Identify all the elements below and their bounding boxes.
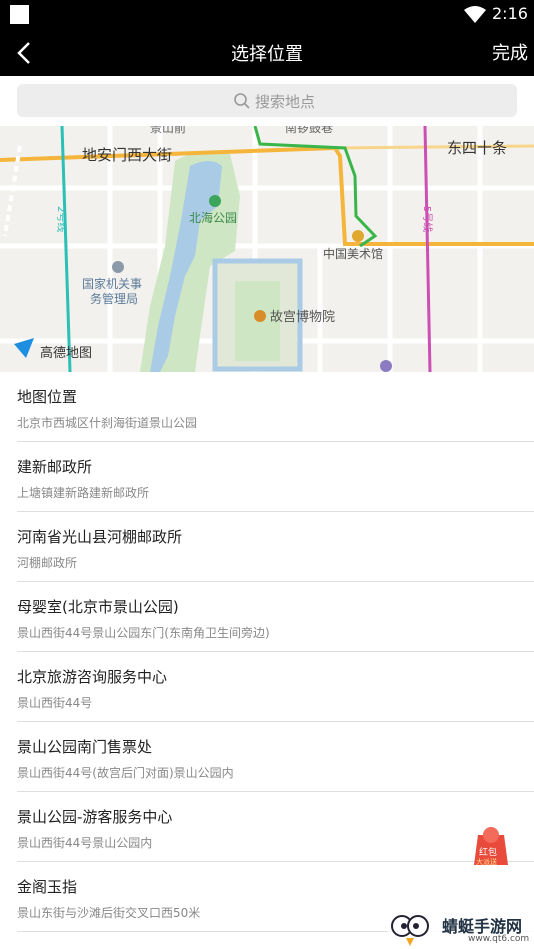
list-item[interactable]: 河南省光山县河棚邮政所 河棚邮政所 xyxy=(17,512,534,582)
place-title: 建新邮政所 xyxy=(17,458,93,476)
place-title: 河南省光山县河棚邮政所 xyxy=(17,528,183,546)
search-placeholder: 搜索地点 xyxy=(255,93,316,111)
red-packet-sublabel: 大派送 xyxy=(476,857,497,866)
dragonfly-logo-icon xyxy=(391,915,429,946)
map-label: 国家机关事 xyxy=(82,276,142,291)
search-bar: 搜索地点 xyxy=(0,76,534,126)
map-canvas: 景山前 南锣鼓巷 地安门西大街 东四十条 北海公园 中国美术馆 国家机关事 务管… xyxy=(0,126,534,372)
place-address: 景山西街44号景山公园内 xyxy=(17,836,153,850)
place-title: 地图位置 xyxy=(17,388,78,406)
search-input[interactable]: 搜索地点 xyxy=(17,84,517,117)
place-address: 上塘镇建新路建新邮政所 xyxy=(17,486,150,500)
nav-bar: 选择位置 完成 xyxy=(0,30,534,76)
map-label: 北海公园 xyxy=(189,210,237,225)
place-address: 北京市西城区什刹海街道景山公园 xyxy=(17,416,198,430)
map-label: 东四十条 xyxy=(447,139,507,157)
list-item[interactable]: 母婴室(北京市景山公园) 景山西街44号景山公园东门(东南角卫生间旁边) xyxy=(17,582,534,652)
list-item[interactable]: 景山公园-游客服务中心 景山西街44号景山公园内 xyxy=(17,792,534,862)
clock: 2:16 xyxy=(492,4,528,23)
list-item[interactable]: 北京旅游咨询服务中心 景山西街44号 xyxy=(17,652,534,722)
notification-icon xyxy=(10,5,29,24)
red-packet-icon[interactable]: 红包 大派送 xyxy=(470,823,512,873)
map-logo: 高德地图 xyxy=(40,345,92,361)
map-label: 景山前 xyxy=(150,126,186,135)
place-title: 景山公园南门售票处 xyxy=(17,738,153,756)
page-title: 选择位置 xyxy=(231,44,303,65)
place-title: 母婴室(北京市景山公园) xyxy=(17,598,179,616)
wifi-icon xyxy=(464,6,486,23)
map-label: 2号线 xyxy=(55,206,68,232)
map-label: 务管理局 xyxy=(90,291,138,306)
place-address: 河棚邮政所 xyxy=(17,556,78,570)
place-title: 金阁玉指 xyxy=(17,878,78,896)
map-label: 故宫博物院 xyxy=(270,310,335,325)
place-list: 地图位置 北京市西城区什刹海街道景山公园 建新邮政所 上塘镇建新路建新邮政所 河… xyxy=(0,372,534,932)
status-bar: 2:16 xyxy=(0,0,534,30)
place-address: 景山西街44号 xyxy=(17,696,93,710)
map-label: 地安门西大街 xyxy=(82,146,172,164)
map-label: 南锣鼓巷 xyxy=(285,126,333,135)
place-title: 景山公园-游客服务中心 xyxy=(17,808,173,826)
map-view[interactable]: 景山前 南锣鼓巷 地安门西大街 东四十条 北海公园 中国美术馆 国家机关事 务管… xyxy=(0,126,534,372)
list-item[interactable]: 建新邮政所 上塘镇建新路建新邮政所 xyxy=(17,442,534,512)
list-item[interactable]: 地图位置 北京市西城区什刹海街道景山公园 xyxy=(17,372,534,442)
watermark-url: www.qt6.com xyxy=(468,934,530,944)
place-address: 景山西街44号(故宫后门对面)景山公园内 xyxy=(17,766,234,780)
place-address: 景山东街与沙滩后街交叉口西50米 xyxy=(17,906,201,920)
search-icon xyxy=(234,93,250,109)
watermark: 蜻蜓手游网 www.qt6.com xyxy=(388,908,534,949)
place-title: 北京旅游咨询服务中心 xyxy=(17,668,168,686)
done-button[interactable]: 完成 xyxy=(492,39,528,65)
red-packet-label: 红包 xyxy=(479,846,497,858)
place-address: 景山西街44号景山公园东门(东南角卫生间旁边) xyxy=(17,626,270,640)
list-item[interactable]: 景山公园南门售票处 景山西街44号(故宫后门对面)景山公园内 xyxy=(17,722,534,792)
map-label: 5号线 xyxy=(421,206,434,232)
map-label: 中国美术馆 xyxy=(323,246,383,261)
